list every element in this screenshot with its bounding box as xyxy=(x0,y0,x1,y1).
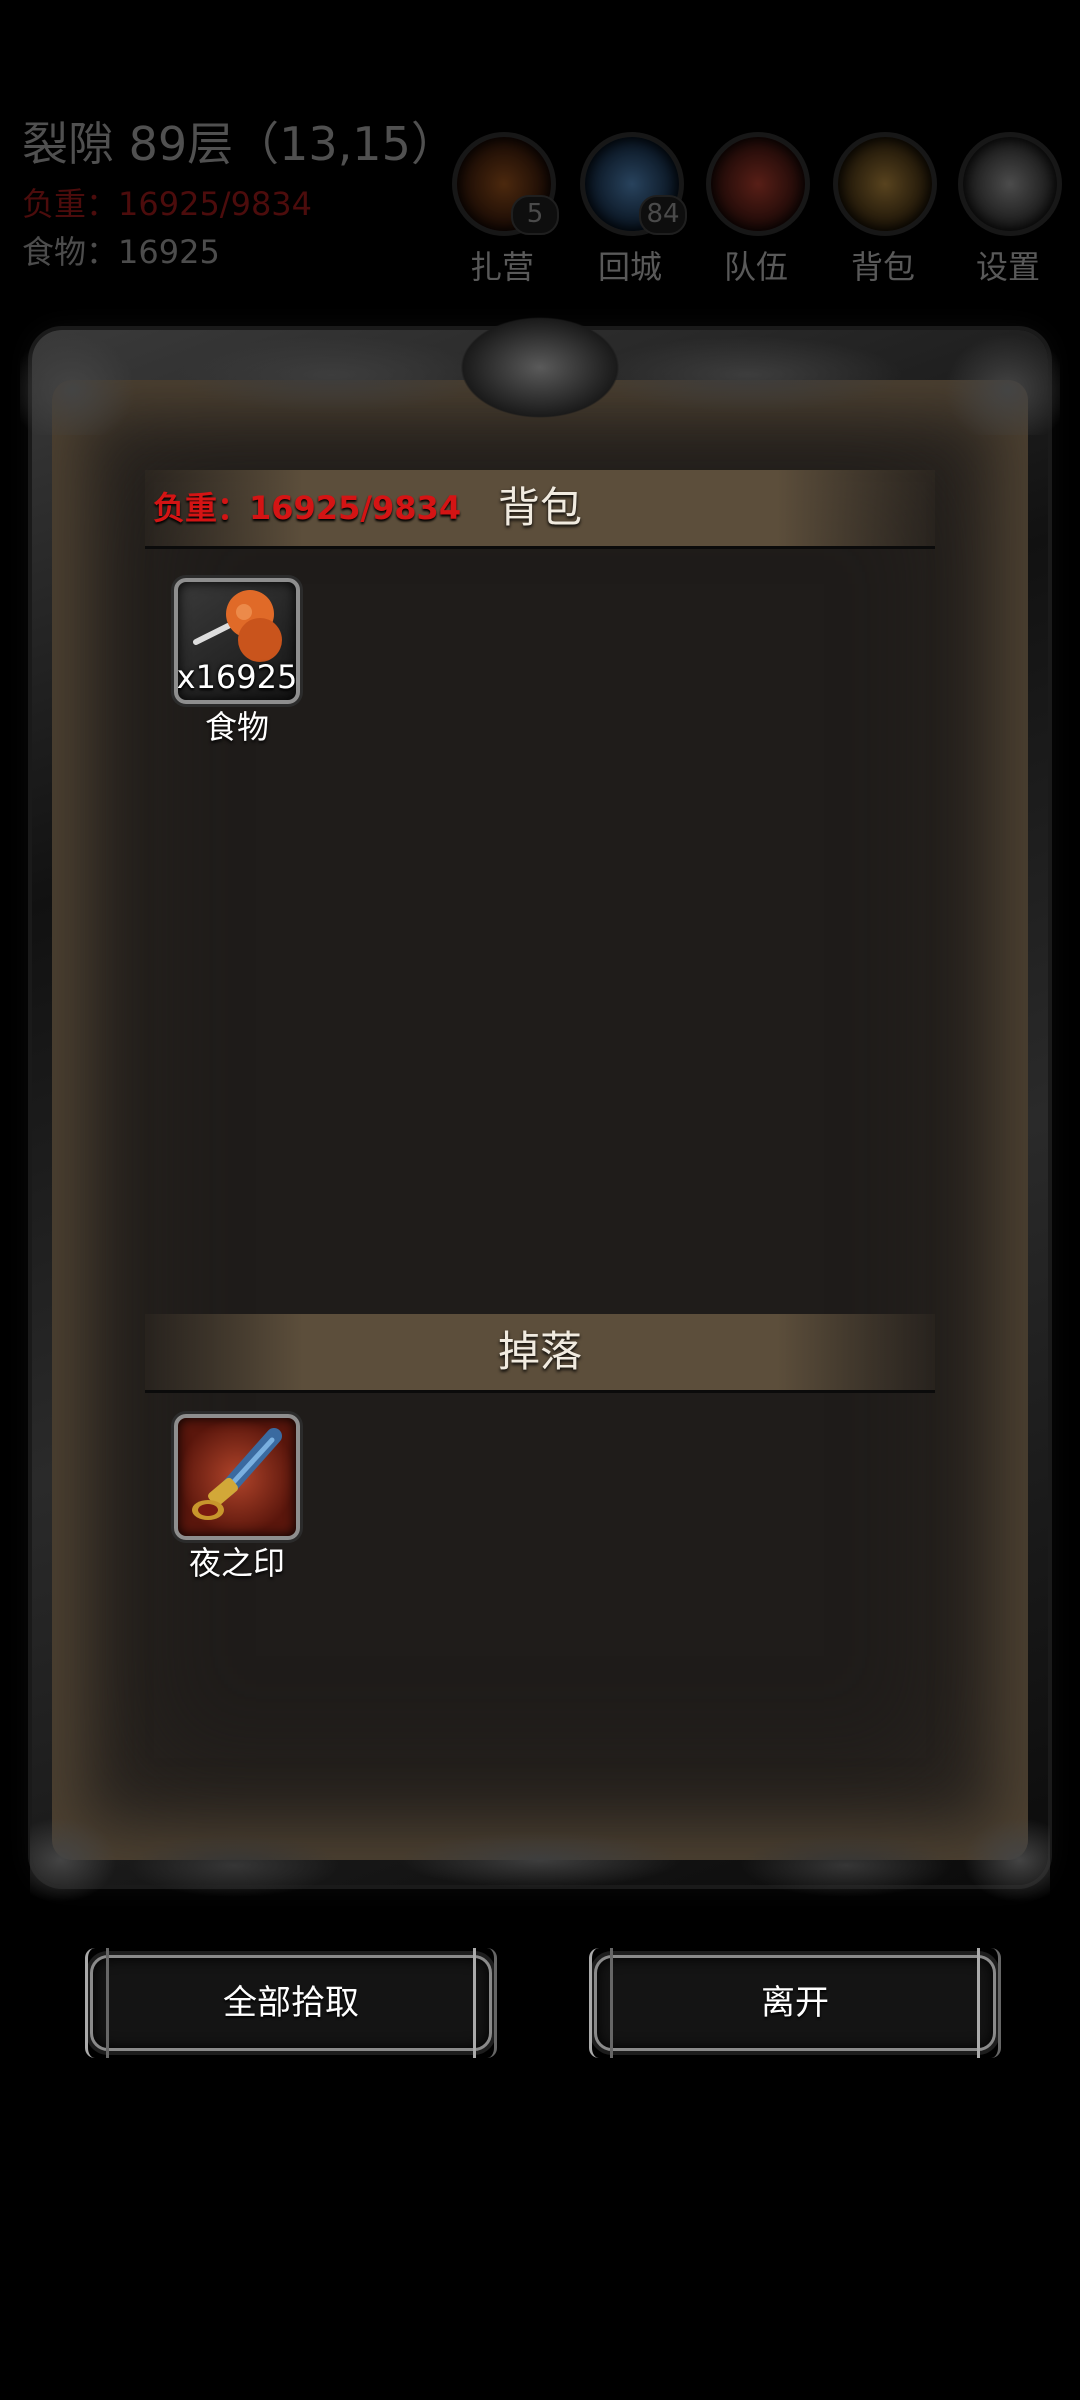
backpack-item-food[interactable]: x16925 食物 xyxy=(172,578,302,748)
gear-icon xyxy=(958,132,1062,236)
return-town-badge: 84 xyxy=(639,195,687,235)
game-screen: 裂隙 89层（13,15） 负重：16925/9834 食物：16925 5 扎… xyxy=(0,0,1080,2400)
leave-button[interactable]: 离开 xyxy=(589,1948,1001,2058)
portal-icon: 84 xyxy=(580,132,687,236)
camp-button[interactable]: 5 扎营 xyxy=(452,132,559,288)
pickup-all-button[interactable]: 全部拾取 xyxy=(85,1948,497,2058)
return-town-label: 回城 xyxy=(597,248,662,286)
dragon-crest-icon xyxy=(20,285,1060,435)
camp-badge: 5 xyxy=(511,195,559,235)
drops-header: 掉落 xyxy=(145,1314,935,1393)
backpack-icon xyxy=(833,132,937,236)
seal-icon xyxy=(192,1428,282,1520)
team-button[interactable]: 队伍 xyxy=(706,132,810,288)
status-panel: 裂隙 89层（13,15） 负重：16925/9834 食物：16925 xyxy=(22,112,457,276)
team-label: 队伍 xyxy=(723,248,788,286)
location-text: 裂隙 89层（13,15） xyxy=(22,117,457,171)
backpack-header: 负重：16925/9834 背包 xyxy=(145,470,935,549)
item-slot: x16925 xyxy=(174,578,300,704)
camp-label: 扎营 xyxy=(469,248,534,286)
settings-label: 设置 xyxy=(975,248,1040,286)
settings-button[interactable]: 设置 xyxy=(958,132,1062,288)
item-name: 夜之印 xyxy=(188,1544,285,1582)
load-text: 负重：16925/9834 xyxy=(22,185,313,223)
drops-title: 掉落 xyxy=(497,1327,582,1376)
team-icon xyxy=(706,132,810,236)
item-quantity: x16925 xyxy=(176,658,298,696)
backpack-label: 背包 xyxy=(850,248,915,286)
item-slot xyxy=(174,1414,300,1540)
backpack-button[interactable]: 背包 xyxy=(833,132,937,288)
campfire-icon: 5 xyxy=(452,132,559,236)
item-name: 食物 xyxy=(204,708,269,746)
drop-item-night-seal[interactable]: 夜之印 xyxy=(172,1414,302,1584)
panel-bottom-ornament xyxy=(30,1805,1050,1915)
return-town-button[interactable]: 84 回城 xyxy=(580,132,687,288)
backpack-title: 背包 xyxy=(497,483,582,532)
food-text: 食物：16925 xyxy=(22,233,220,271)
